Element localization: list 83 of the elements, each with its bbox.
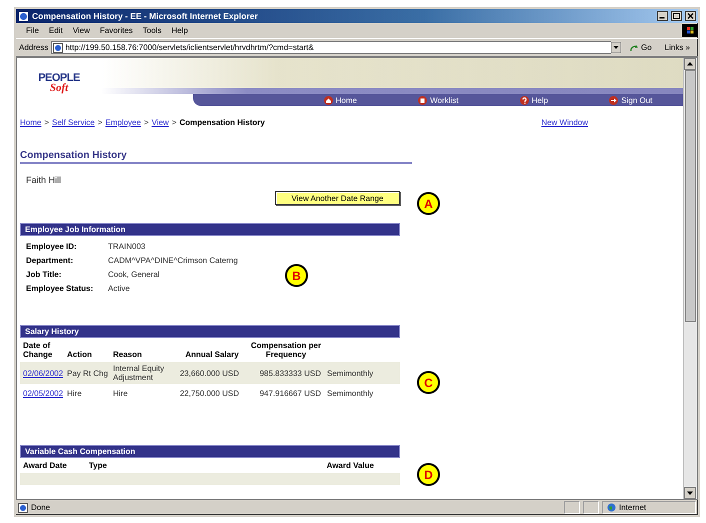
- nav-link[interactable]: Sign Out: [609, 96, 652, 104]
- field-label: Employee Status:: [26, 284, 94, 293]
- home-icon: [324, 96, 333, 104]
- table-cell-text: Semimonthly: [327, 368, 374, 378]
- table-cell-text: 947.916667 USD: [258, 388, 322, 398]
- worklist-icon: [418, 96, 428, 104]
- callout-marker: D: [417, 463, 440, 486]
- status-pane: [564, 501, 580, 514]
- breadcrumb-link[interactable]: View: [152, 118, 169, 127]
- column-header: Award Value: [326, 461, 374, 470]
- browser-icon: [18, 10, 29, 22]
- page-title: Compensation History: [20, 150, 412, 164]
- maximize-icon[interactable]: [671, 11, 682, 21]
- arrow-icon: [628, 42, 639, 52]
- table-cell-text: Pay Rt Chg: [67, 368, 109, 378]
- status-text: Done: [31, 503, 50, 512]
- sign-out-icon: [609, 96, 618, 104]
- field-value: CADM^VPA^DINE^Crimson Caterng: [108, 256, 238, 265]
- company-logo: PEOPLE Soft: [37, 71, 81, 96]
- column-header: Compensation per Frequency: [250, 341, 322, 360]
- dropdown-arrow-icon[interactable]: [610, 42, 621, 53]
- flag-logo-icon: [682, 24, 698, 37]
- breadcrumb-separator: >: [44, 118, 50, 127]
- section-header: Variable Cash Compensation: [20, 445, 400, 458]
- status-pane: [583, 501, 599, 514]
- column-header: Date of Change: [23, 341, 54, 360]
- table-cell-text: 23,660.000 USD: [179, 368, 240, 378]
- callout-marker: C: [417, 371, 440, 394]
- field-label: Job Title:: [26, 270, 62, 279]
- scroll-up-icon[interactable]: [684, 58, 696, 70]
- date-link[interactable]: 02/05/2002: [23, 388, 67, 398]
- table-cell-text: Semimonthly: [327, 388, 374, 398]
- field-value: Active: [108, 284, 130, 293]
- field-label: Employee ID:: [26, 242, 77, 251]
- column-header: Award Date: [23, 461, 67, 470]
- section-header: Employee Job Information: [20, 223, 400, 236]
- table-cell-text: 985.833333 USD: [258, 368, 322, 378]
- breadcrumb-separator: >: [98, 118, 102, 127]
- address-label: Address: [19, 43, 48, 52]
- breadcrumb-separator: >: [144, 118, 149, 127]
- callout-marker: A: [417, 192, 440, 215]
- field-label: Department:: [26, 256, 74, 265]
- menu-item[interactable]: Edit: [48, 26, 63, 35]
- nav-link[interactable]: Home: [324, 96, 357, 104]
- breadcrumb-current: Compensation History: [180, 118, 265, 127]
- page-icon: [18, 502, 28, 512]
- date-range-button[interactable]: View Another Date Range: [275, 191, 400, 205]
- nav-link[interactable]: Help: [520, 96, 548, 104]
- scrollbar[interactable]: [683, 58, 697, 499]
- menu-item[interactable]: View: [72, 26, 90, 35]
- close-icon[interactable]: [685, 11, 696, 21]
- menu-item[interactable]: Help: [171, 26, 188, 35]
- field-value: Cook, General: [108, 270, 160, 279]
- new-window-link[interactable]: New Window: [541, 118, 588, 127]
- page-icon: [53, 42, 64, 52]
- menu-item[interactable]: File: [26, 26, 39, 35]
- breadcrumb-link[interactable]: Employee: [105, 118, 141, 127]
- breadcrumb-link[interactable]: Self Service: [52, 118, 95, 127]
- security-zone: Internet: [602, 501, 696, 514]
- column-header: Action: [67, 350, 93, 360]
- minimize-icon[interactable]: [657, 11, 668, 21]
- column-header: Type: [88, 461, 108, 470]
- column-header: Reason: [113, 350, 143, 360]
- menu-item[interactable]: Tools: [142, 26, 162, 35]
- table-cell-text: 22,750.000 USD: [179, 388, 240, 398]
- table-cell-text: Hire: [113, 388, 129, 398]
- menu-item[interactable]: Favorites: [100, 26, 133, 35]
- employee-name: Faith Hill: [26, 175, 62, 185]
- scroll-down-icon[interactable]: [684, 487, 696, 499]
- address-field[interactable]: http://199.50.158.76:7000/servlets/iclientservlet/hrvdhrtm/?cmd=start&: [63, 41, 611, 54]
- date-link[interactable]: 02/06/2002: [23, 368, 67, 378]
- help-icon: [520, 96, 529, 104]
- window-title: Compensation History - EE - Microsoft Internet Explorer: [32, 11, 259, 21]
- table-cell-text: Internal Equity Adjustment: [113, 364, 166, 382]
- callout-marker: B: [285, 264, 308, 287]
- field-value: TRAIN003: [108, 242, 146, 251]
- breadcrumb-separator: >: [172, 118, 176, 127]
- breadcrumb-link[interactable]: Home: [20, 118, 42, 127]
- section-header: Salary History: [20, 325, 400, 338]
- nav-link[interactable]: Worklist: [418, 96, 458, 104]
- column-header: Annual Salary: [184, 350, 240, 360]
- globe-icon: [607, 503, 616, 512]
- table-cell-text: Hire: [67, 388, 83, 398]
